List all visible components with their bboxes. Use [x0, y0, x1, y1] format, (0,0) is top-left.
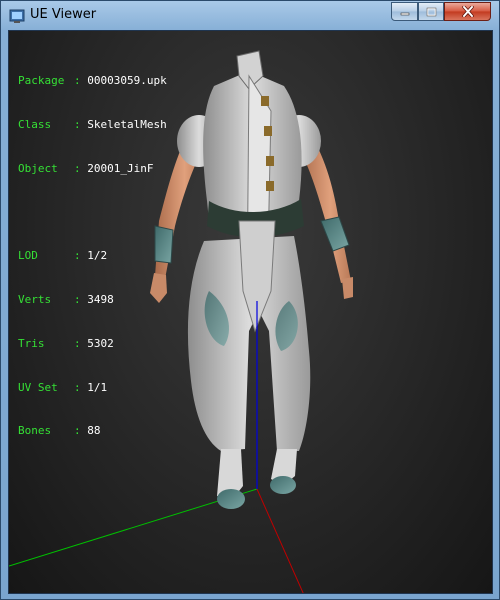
info-value-lod: 1/2	[87, 249, 108, 263]
axis-y-line	[256, 488, 304, 593]
maximize-icon	[426, 7, 436, 16]
info-value-uvset: 1/1	[87, 380, 108, 394]
info-row-package: Package: 00003059.upk	[18, 74, 167, 88]
info-value-object: 20001_JinF	[87, 161, 154, 175]
info-value-bones: 88	[87, 424, 101, 438]
info-label-lod: LOD	[18, 249, 38, 263]
info-label-bones: Bones	[18, 424, 52, 438]
info-label-verts: Verts	[18, 293, 52, 307]
info-label-tris: Tris	[18, 336, 45, 350]
info-row-verts: Verts: 3498	[18, 293, 114, 307]
info-label-class: Class	[18, 117, 52, 131]
info-value-class: SkeletalMesh	[87, 117, 167, 131]
mesh-info-overlay: Package: 00003059.upk Class: SkeletalMes…	[18, 45, 167, 468]
info-value-tris: 5302	[87, 336, 114, 350]
3d-viewport[interactable]: Package: 00003059.upk Class: SkeletalMes…	[8, 30, 493, 594]
close-icon	[461, 6, 474, 17]
title-bar[interactable]: UE Viewer	[1, 1, 499, 31]
info-row-lod: LOD: 1/2	[18, 249, 108, 263]
info-label-package: Package	[18, 74, 65, 88]
maximize-button[interactable]	[418, 2, 444, 21]
info-value-package: 00003059.upk	[87, 74, 167, 88]
info-label-object: Object	[18, 161, 58, 175]
app-window: UE Viewer Package: 00003059.upk Class:…	[0, 0, 500, 600]
app-icon	[9, 9, 25, 23]
info-row-object: Object: 20001_JinF	[18, 161, 154, 175]
minimize-button[interactable]	[391, 2, 418, 21]
character-mesh	[150, 50, 353, 509]
window-title: UE Viewer	[30, 7, 97, 22]
minimize-icon	[400, 12, 409, 15]
info-row-class: Class: SkeletalMesh	[18, 117, 167, 131]
close-button[interactable]	[444, 2, 491, 21]
info-label-uvset: UV Set	[18, 380, 58, 394]
info-value-verts: 3498	[87, 293, 114, 307]
info-row-tris: Tris: 5302	[18, 336, 114, 350]
info-row-bones: Bones: 88	[18, 424, 101, 438]
info-row-uvset: UV Set: 1/1	[18, 380, 108, 394]
